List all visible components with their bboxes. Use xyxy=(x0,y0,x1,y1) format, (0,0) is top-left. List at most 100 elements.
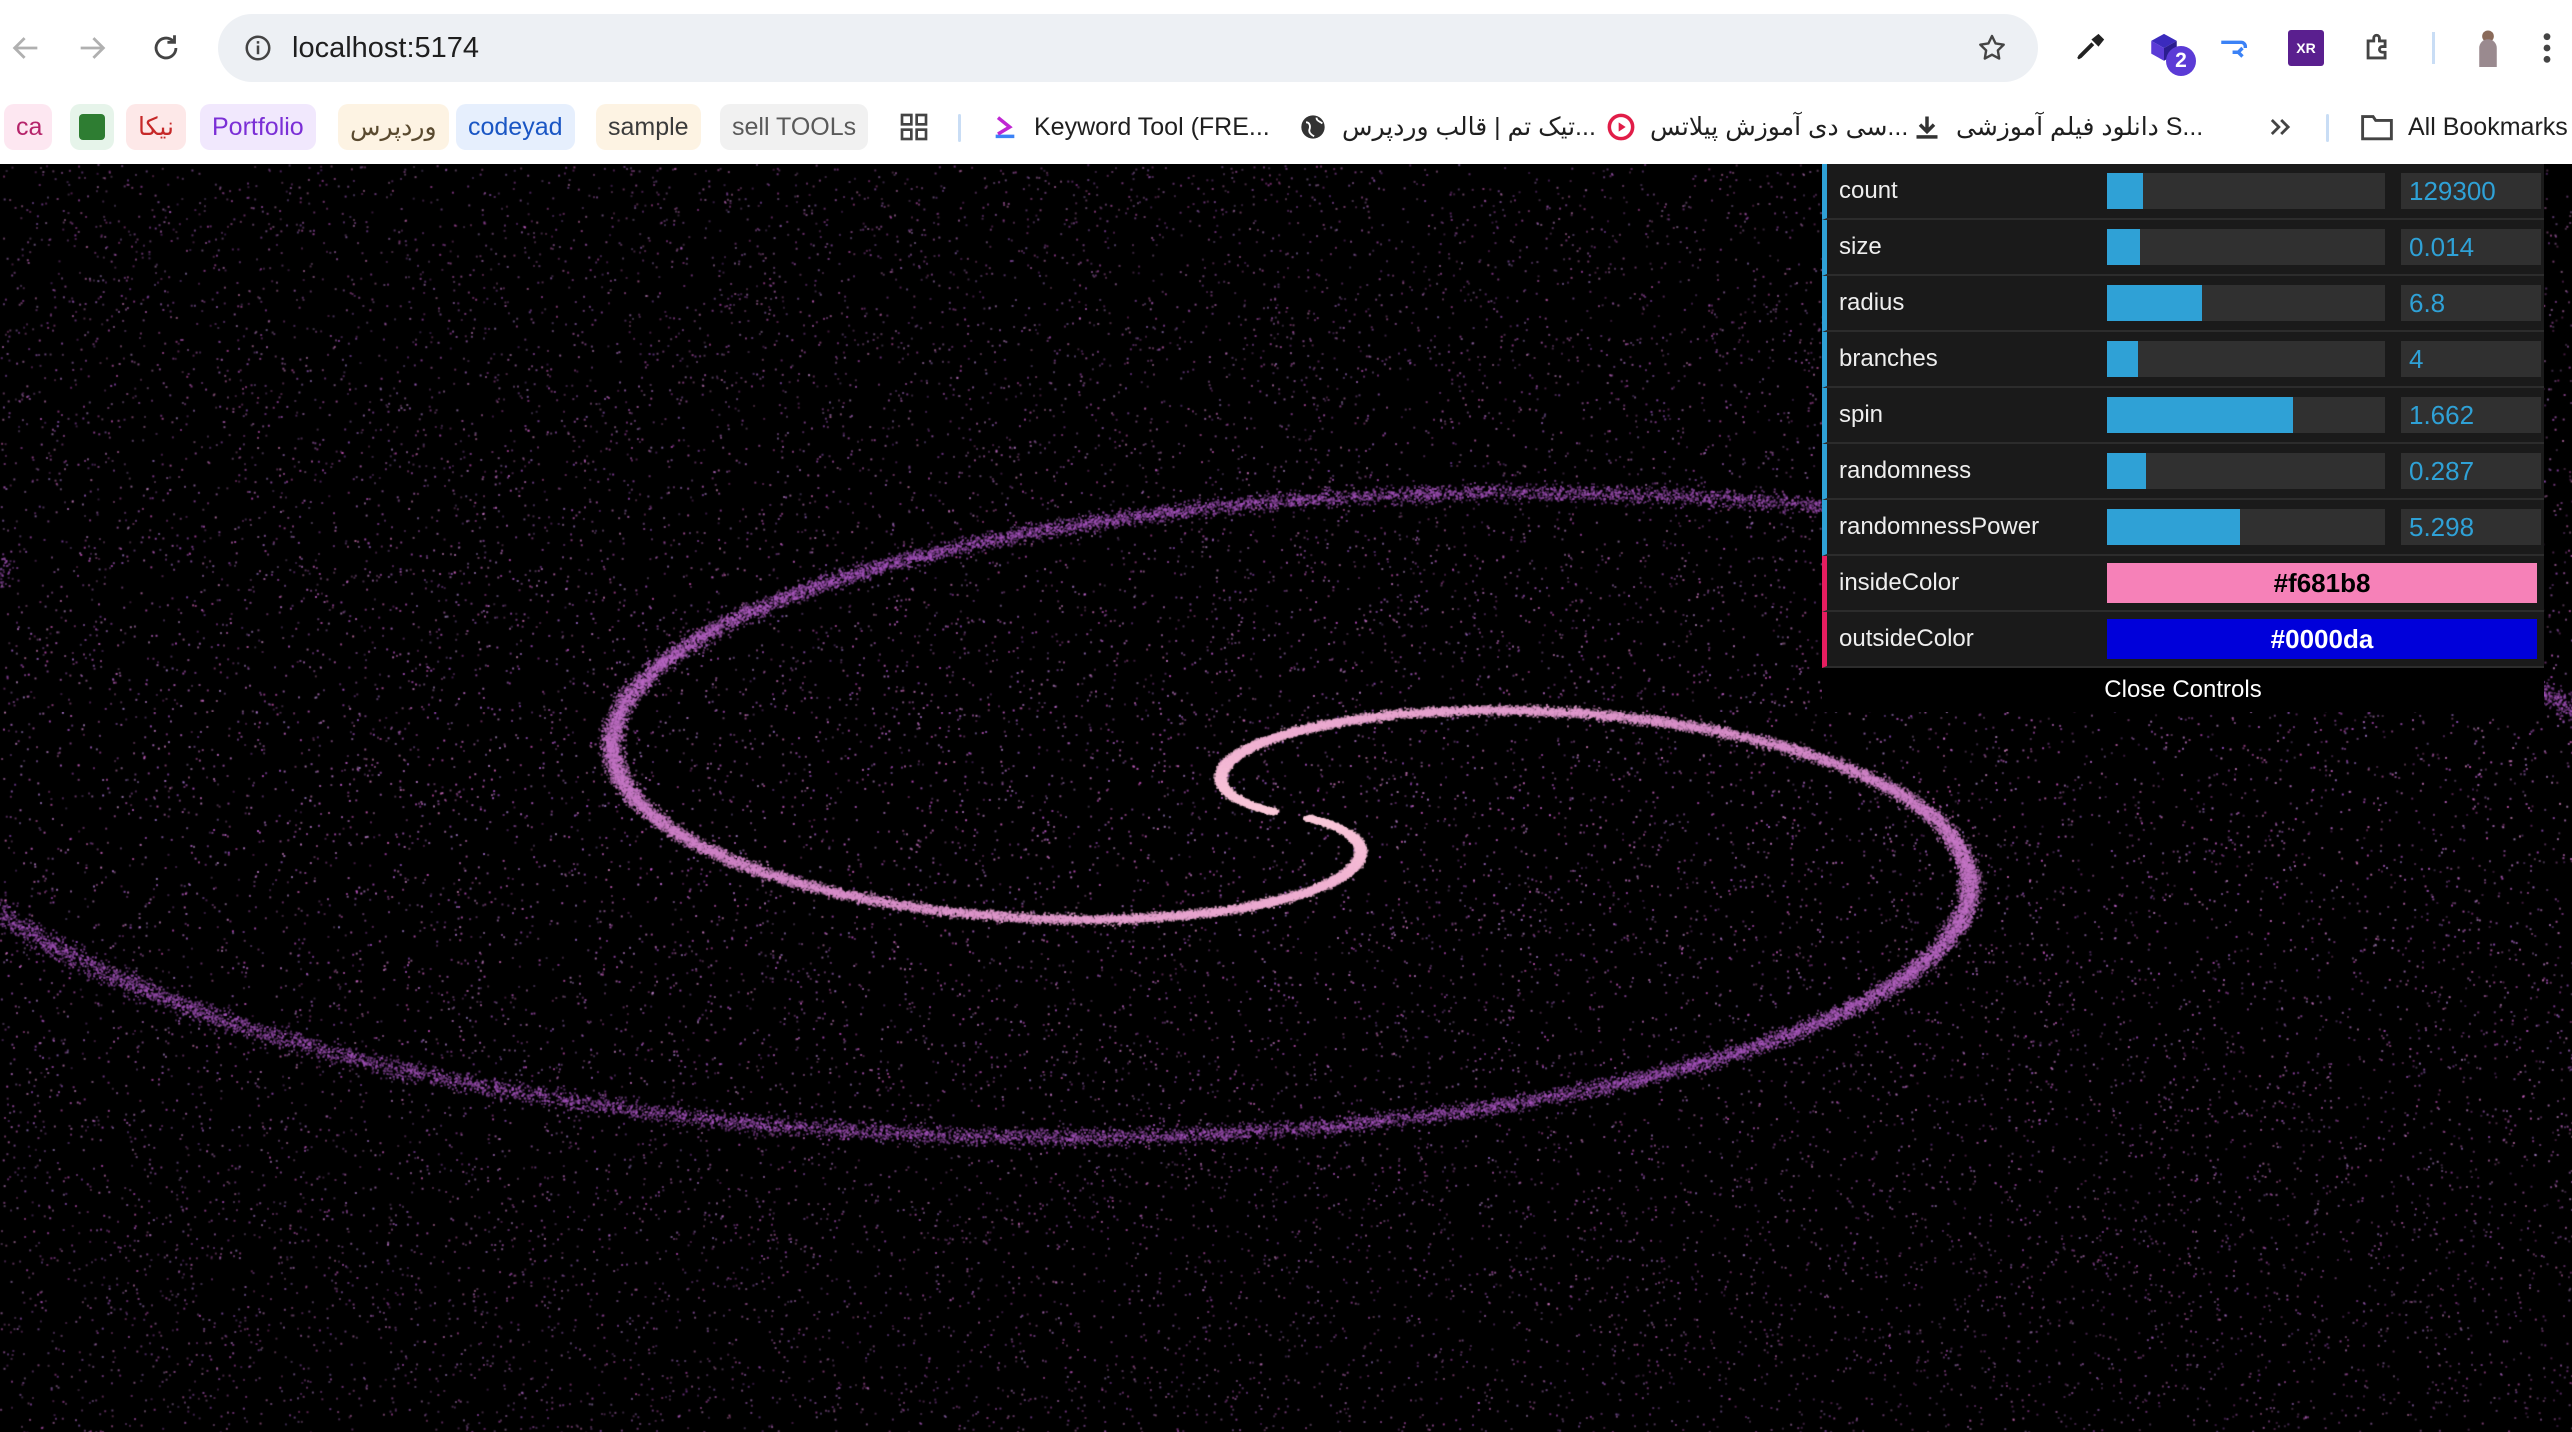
bookmark-folder-wordpress[interactable]: وردپرس xyxy=(338,104,449,150)
control-randomness-power[interactable]: randomnessPower 5.298 xyxy=(1822,500,2544,556)
browser-toolbar: localhost:5174 2 XR xyxy=(0,0,2572,96)
randomness-power-input[interactable]: 5.298 xyxy=(2401,509,2541,545)
bookmark-keyword-tool[interactable]: Keyword Tool (FRE... xyxy=(990,104,1270,150)
bookmark-folder-green[interactable] xyxy=(70,104,114,150)
extensions-puzzle-icon[interactable] xyxy=(2354,24,2402,72)
more-bookmarks-button[interactable] xyxy=(2266,104,2294,150)
control-label: branches xyxy=(1839,345,1938,372)
bookmark-separator xyxy=(958,114,961,142)
play-circle-icon xyxy=(1606,112,1636,142)
control-label: insideColor xyxy=(1839,569,1960,596)
bookmark-folder-ca[interactable]: ca xyxy=(4,104,52,150)
count-slider[interactable] xyxy=(2107,173,2385,209)
arrow-left-icon xyxy=(12,37,38,59)
size-slider[interactable] xyxy=(2107,229,2385,265)
green-square-icon xyxy=(79,114,105,140)
bookmark-star-icon[interactable] xyxy=(1972,28,2012,68)
all-bookmarks-button[interactable]: All Bookmarks xyxy=(2360,104,2568,150)
bookmarks-bar: ca نیکا Portfolio وردپرس codeyad sample … xyxy=(0,96,2572,164)
control-radius[interactable]: radius 6.8 xyxy=(1822,276,2544,332)
control-label: randomnessPower xyxy=(1839,513,2040,540)
bookmark-label: دانلود فیلم آموزشی S... xyxy=(1956,113,2204,141)
back-button[interactable] xyxy=(0,22,52,74)
randomness-power-slider[interactable] xyxy=(2107,509,2385,545)
apps-grid-button[interactable] xyxy=(898,104,930,150)
bookmark-folder-codeyad[interactable]: codeyad xyxy=(456,104,575,150)
control-outside-color[interactable]: outsideColor #0000da xyxy=(1822,612,2544,668)
slider-fill xyxy=(2107,341,2138,377)
spin-slider[interactable] xyxy=(2107,397,2385,433)
bookmark-label: ca xyxy=(16,113,43,141)
slider-fill xyxy=(2107,285,2202,321)
site-info-icon[interactable] xyxy=(238,28,278,68)
slider-fill xyxy=(2107,453,2146,489)
control-count[interactable]: count 129300 xyxy=(1822,164,2544,220)
menu-kebab-icon[interactable] xyxy=(2532,24,2562,72)
size-input[interactable]: 0.014 xyxy=(2401,229,2541,265)
bookmark-label: سی دی آموزش پیلاتس... xyxy=(1650,113,1909,141)
radius-input[interactable]: 6.8 xyxy=(2401,285,2541,321)
slider-fill xyxy=(2107,397,2294,433)
xr-extension-icon[interactable]: XR xyxy=(2282,24,2330,72)
control-label: spin xyxy=(1839,401,1884,428)
control-randomness[interactable]: randomness 0.287 xyxy=(1822,444,2544,500)
globe-icon xyxy=(1298,112,1328,142)
close-controls-button[interactable]: Close Controls xyxy=(1822,668,2544,712)
bookmark-label: وردپرس xyxy=(350,113,437,141)
bookmark-folder-portfolio[interactable]: Portfolio xyxy=(200,104,316,150)
branches-slider[interactable] xyxy=(2107,341,2385,377)
eyedropper-extension-icon[interactable] xyxy=(2066,24,2114,72)
control-label: radius xyxy=(1839,289,1905,316)
bookmark-folder-sample[interactable]: sample xyxy=(596,104,701,150)
grid-icon xyxy=(900,113,928,141)
outside-color-swatch[interactable]: #0000da xyxy=(2107,619,2537,659)
bookmark-folder-sell-tools[interactable]: sell TOOLs xyxy=(720,104,869,150)
bookmark-separator xyxy=(2326,114,2329,142)
cast-extension-icon[interactable] xyxy=(2210,24,2258,72)
profile-avatar[interactable] xyxy=(2464,24,2512,72)
reload-icon xyxy=(154,35,178,60)
browser-chrome: localhost:5174 2 XR ca نیکا Portfolio ور… xyxy=(0,0,2572,164)
url-text[interactable]: localhost:5174 xyxy=(292,14,479,82)
bookmark-label: Keyword Tool (FRE... xyxy=(1034,113,1270,141)
spin-input[interactable]: 1.662 xyxy=(2401,397,2541,433)
debug-controls-panel: count 129300 size 0.014 radius 6.8 branc… xyxy=(1822,164,2544,712)
toolbar-divider xyxy=(2432,32,2435,64)
radius-slider[interactable] xyxy=(2107,285,2385,321)
count-input[interactable]: 129300 xyxy=(2401,173,2541,209)
slider-fill xyxy=(2107,229,2141,265)
download-icon xyxy=(1912,112,1942,142)
control-label: count xyxy=(1839,177,1898,204)
bookmark-label: All Bookmarks xyxy=(2408,113,2568,141)
randomness-slider[interactable] xyxy=(2107,453,2385,489)
slider-fill xyxy=(2107,173,2144,209)
bookmark-label: تیک تم | قالب وردپرس... xyxy=(1342,113,1596,141)
bookmark-download-video[interactable]: دانلود فیلم آموزشی S... xyxy=(1912,104,2203,150)
address-bar[interactable]: localhost:5174 xyxy=(218,14,2038,82)
controls-list: count 129300 size 0.014 radius 6.8 branc… xyxy=(1822,164,2544,668)
control-label: size xyxy=(1839,233,1882,260)
forward-button[interactable] xyxy=(66,22,118,74)
bookmark-label: Portfolio xyxy=(212,113,304,141)
chevron-double-right-icon xyxy=(2270,119,2291,135)
bookmark-tik-tem[interactable]: تیک تم | قالب وردپرس... xyxy=(1298,104,1596,150)
inside-color-swatch[interactable]: #f681b8 xyxy=(2107,563,2537,603)
control-inside-color[interactable]: insideColor #f681b8 xyxy=(1822,556,2544,612)
slider-fill xyxy=(2107,509,2241,545)
control-spin[interactable]: spin 1.662 xyxy=(1822,388,2544,444)
keyword-tool-icon xyxy=(990,112,1020,142)
reload-button[interactable] xyxy=(140,22,192,74)
bookmark-label: نیکا xyxy=(138,113,174,141)
bookmark-pilates[interactable]: سی دی آموزش پیلاتس... xyxy=(1606,104,1908,150)
control-label: outsideColor xyxy=(1839,625,1974,652)
control-size[interactable]: size 0.014 xyxy=(1822,220,2544,276)
randomness-input[interactable]: 0.287 xyxy=(2401,453,2541,489)
branches-input[interactable]: 4 xyxy=(2401,341,2541,377)
control-branches[interactable]: branches 4 xyxy=(1822,332,2544,388)
bookmark-label: sample xyxy=(608,113,689,141)
bookmark-label: codeyad xyxy=(468,113,563,141)
folder-icon xyxy=(2361,115,2393,141)
bookmark-folder-nika[interactable]: نیکا xyxy=(126,104,186,150)
control-label: randomness xyxy=(1839,457,1972,484)
extension-badge: 2 xyxy=(2166,46,2196,76)
